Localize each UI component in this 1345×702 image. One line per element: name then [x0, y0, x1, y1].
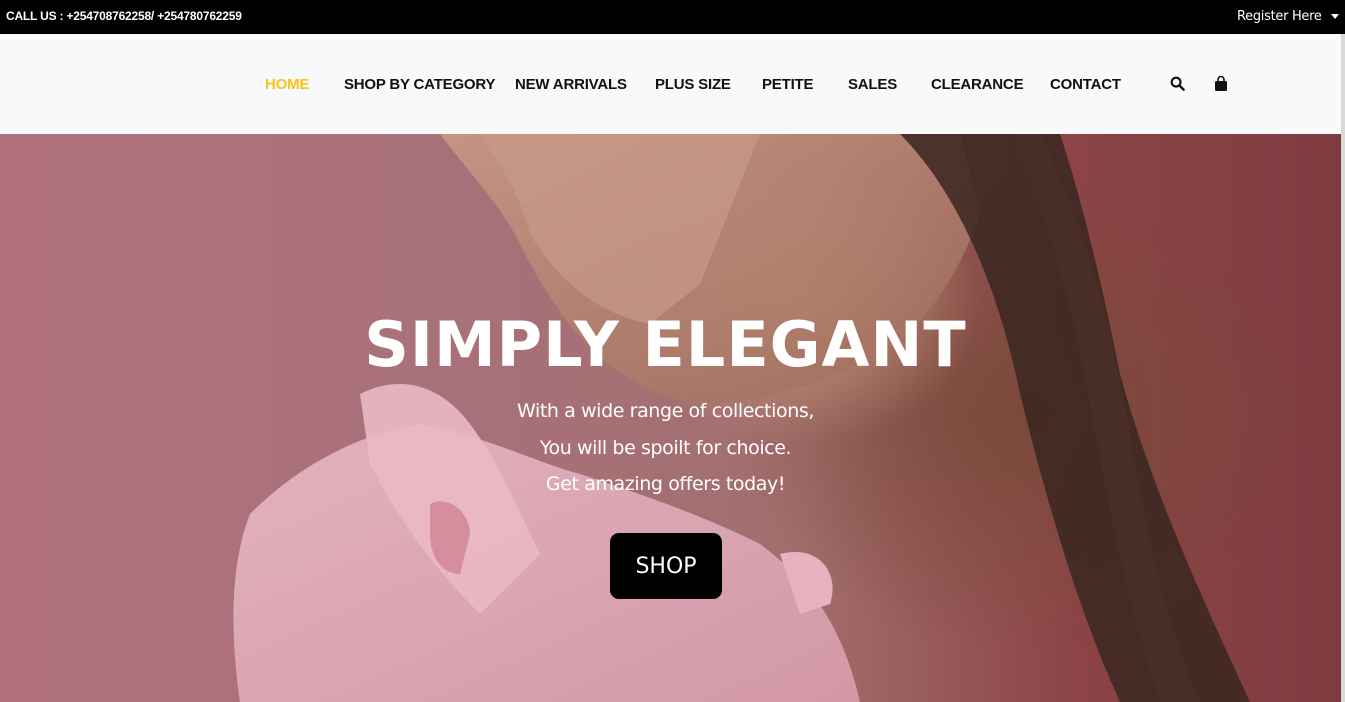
- main-navbar: HOME SHOP BY CATEGORY NEW ARRIVALS PLUS …: [0, 34, 1341, 134]
- nav-shop-by-category[interactable]: SHOP BY CATEGORY: [344, 76, 495, 93]
- hero-subtitle-line-2: You will be spoilt for choice.: [539, 437, 792, 459]
- top-bar: CALL US : +254708762258/ +254780762259 R…: [0, 0, 1345, 34]
- nav-home[interactable]: HOME: [265, 76, 309, 93]
- hero-title: SIMPLY ELEGANT: [364, 308, 967, 381]
- nav-contact[interactable]: CONTACT: [1050, 76, 1121, 93]
- caret-down-icon[interactable]: [1331, 14, 1339, 19]
- shopping-bag-icon[interactable]: [1214, 75, 1228, 97]
- nav-petite[interactable]: PETITE: [762, 76, 814, 93]
- nav-sales[interactable]: SALES: [848, 76, 897, 93]
- nav-new-arrivals[interactable]: NEW ARRIVALS: [515, 76, 627, 93]
- nav-plus-size[interactable]: PLUS SIZE: [655, 76, 731, 93]
- call-us-text: CALL US : +254708762258/ +254780762259: [6, 9, 242, 23]
- hero-subtitle-line-3: Get amazing offers today!: [545, 473, 786, 495]
- search-icon[interactable]: [1170, 76, 1185, 96]
- hero-subtitle-line-1: With a wide range of collections,: [516, 400, 814, 422]
- nav-clearance[interactable]: CLEARANCE: [931, 76, 1024, 93]
- scrollbar[interactable]: [1341, 34, 1345, 702]
- register-link[interactable]: Register Here: [1237, 9, 1322, 24]
- hero-banner: SIMPLY ELEGANT With a wide range of coll…: [0, 134, 1341, 702]
- shop-button[interactable]: SHOP: [610, 533, 722, 599]
